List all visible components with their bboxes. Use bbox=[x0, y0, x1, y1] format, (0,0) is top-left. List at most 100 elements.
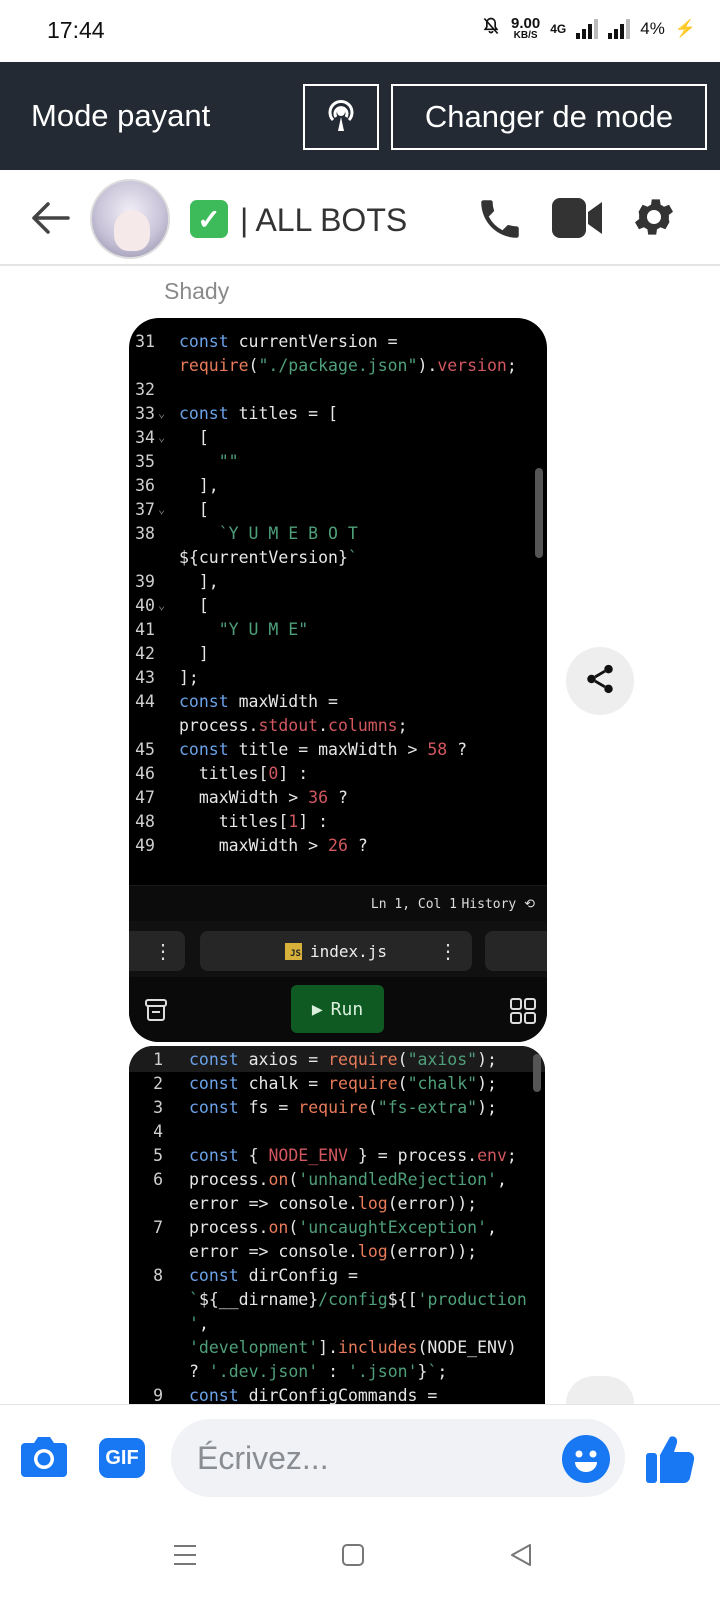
fold-marker: ⌄ bbox=[158, 598, 166, 612]
gear-icon[interactable] bbox=[630, 193, 678, 246]
line-number: 44 bbox=[135, 692, 155, 711]
editor-status-bar: Ln 1, Col 1 History ⟲ bbox=[129, 885, 547, 921]
tab-previous: ⋮ bbox=[129, 931, 185, 971]
run-bar: ▶ Run bbox=[129, 977, 547, 1042]
code-line: ], bbox=[179, 572, 219, 591]
line-number: 43 bbox=[135, 668, 155, 687]
chat-title[interactable]: | ALL BOTS bbox=[240, 202, 407, 239]
line-number: 49 bbox=[135, 836, 155, 855]
mute-icon bbox=[481, 16, 501, 41]
code-line: const title = maxWidth > 58 ? bbox=[179, 740, 468, 759]
files-icon bbox=[143, 997, 169, 1027]
line-number: 9 bbox=[153, 1386, 163, 1405]
code-line: const dirConfigCommands = bbox=[189, 1386, 438, 1405]
line-number: 8 bbox=[153, 1266, 163, 1285]
back-triangle-icon[interactable] bbox=[508, 1542, 534, 1573]
chat-header: ✓ | ALL BOTS bbox=[0, 170, 720, 266]
code-line: ${currentVersion}` bbox=[179, 548, 358, 567]
code-line: `Y U M E B O T bbox=[218, 524, 358, 543]
thumbs-up-icon[interactable] bbox=[644, 1431, 696, 1490]
code-line: ', bbox=[189, 1314, 209, 1333]
signal-icon-2 bbox=[608, 18, 631, 39]
change-mode-button[interactable]: Changer de mode bbox=[391, 84, 707, 150]
history-label: History ⟲ bbox=[461, 897, 535, 912]
scrollbar bbox=[535, 468, 543, 558]
avatar[interactable] bbox=[90, 179, 170, 259]
menu-icon[interactable] bbox=[172, 1542, 198, 1573]
run-label: Run bbox=[330, 998, 364, 1020]
code-line: process.on('uncaughtException', bbox=[189, 1218, 497, 1237]
code-line: titles[0] : bbox=[179, 764, 309, 783]
line-number: 31 bbox=[135, 332, 155, 351]
video-icon[interactable] bbox=[552, 196, 604, 245]
line-number: 46 bbox=[135, 764, 155, 783]
line-number: 42 bbox=[135, 644, 155, 663]
share-icon bbox=[583, 662, 617, 701]
line-number: 39 bbox=[135, 572, 155, 591]
code-line: const currentVersion = bbox=[179, 332, 398, 351]
gif-button[interactable]: GIF bbox=[99, 1438, 145, 1478]
line-number: 47 bbox=[135, 788, 155, 807]
mode-title: Mode payant bbox=[31, 98, 211, 133]
code-line: [ bbox=[179, 500, 209, 519]
back-arrow-icon[interactable] bbox=[28, 198, 70, 243]
code-line: const fs = require("fs-extra"); bbox=[189, 1098, 497, 1117]
line-number: 37 bbox=[135, 500, 155, 519]
fold-marker: ⌄ bbox=[158, 406, 166, 420]
scrollbar bbox=[533, 1054, 541, 1092]
file-tab-bar: ⋮ JS index.js ⋮ bbox=[129, 921, 547, 977]
phone-icon[interactable] bbox=[475, 194, 525, 249]
line-number: 4 bbox=[153, 1122, 163, 1141]
code-line: ? '.dev.json' : '.json'}`; bbox=[189, 1362, 448, 1381]
code-line: const axios = require("axios"); bbox=[189, 1050, 497, 1069]
sender-name: Shady bbox=[164, 278, 230, 304]
run-button: ▶ Run bbox=[291, 985, 384, 1033]
system-nav-bar bbox=[0, 1514, 720, 1600]
code-line: require("./package.json").version; bbox=[179, 356, 517, 375]
code-screenshot-2[interactable]: 1 const axios = require("axios"); 2 const c… bbox=[129, 1046, 545, 1406]
tab-index-js: JS index.js ⋮ bbox=[200, 931, 472, 971]
code-line: error => console.log(error)); bbox=[189, 1242, 478, 1261]
message-composer: GIF Écrivez... bbox=[0, 1404, 720, 1514]
fold-marker: ⌄ bbox=[158, 430, 166, 444]
status-indicators: 9.00 KB/S 4G 4% ⚡ bbox=[481, 16, 696, 41]
code-line: ]; bbox=[179, 668, 199, 687]
code-line: [ bbox=[179, 596, 209, 615]
message-input[interactable]: Écrivez... bbox=[171, 1419, 625, 1497]
tab-next bbox=[485, 931, 547, 971]
share-button-2[interactable] bbox=[566, 1376, 634, 1404]
charging-icon: ⚡ bbox=[674, 18, 696, 38]
code-line: const dirConfig = bbox=[189, 1266, 358, 1285]
line-number: 7 bbox=[153, 1218, 163, 1237]
code-line: maxWidth > 26 ? bbox=[179, 836, 368, 855]
code-screenshot-1[interactable]: Ln 1, Col 1 History ⟲ ⋮ JS index.js ⋮ ▶ R… bbox=[129, 318, 547, 1042]
broadcast-button[interactable] bbox=[303, 84, 379, 150]
line-number: 3 bbox=[153, 1098, 163, 1117]
js-file-icon: JS bbox=[284, 942, 302, 960]
history-text: History bbox=[461, 897, 517, 912]
status-time: 17:44 bbox=[47, 17, 105, 43]
code-line: const chalk = require("chalk"); bbox=[189, 1074, 497, 1093]
code-line: const { NODE_ENV } = process.env; bbox=[189, 1146, 517, 1165]
line-number: 6 bbox=[153, 1170, 163, 1189]
grid-icon bbox=[509, 997, 537, 1029]
code-line: 'development'].includes(NODE_ENV) bbox=[189, 1338, 517, 1357]
code-line: maxWidth > 36 ? bbox=[179, 788, 348, 807]
home-icon[interactable] bbox=[340, 1542, 366, 1573]
share-button[interactable] bbox=[566, 647, 634, 715]
network-speed: 9.00 KB/S bbox=[511, 16, 540, 41]
code-line: "" bbox=[218, 452, 239, 471]
emoji-icon[interactable] bbox=[562, 1435, 610, 1483]
status-bar: 17:44 9.00 KB/S 4G 4% ⚡ bbox=[0, 0, 720, 62]
code-line: titles[1] : bbox=[179, 812, 329, 831]
code-line: [ bbox=[179, 428, 209, 447]
network-speed-value: 9.00 bbox=[511, 15, 541, 32]
code-line: "Y U M E" bbox=[218, 620, 309, 639]
camera-icon[interactable] bbox=[19, 1433, 69, 1484]
broadcast-icon bbox=[321, 95, 361, 140]
tab-menu-icon: ⋮ bbox=[438, 939, 458, 963]
code-line: process.on('unhandledRejection', bbox=[189, 1170, 507, 1189]
line-number: 36 bbox=[135, 476, 155, 495]
network-type: 4G bbox=[550, 21, 567, 36]
battery-level: 4% bbox=[640, 18, 665, 38]
